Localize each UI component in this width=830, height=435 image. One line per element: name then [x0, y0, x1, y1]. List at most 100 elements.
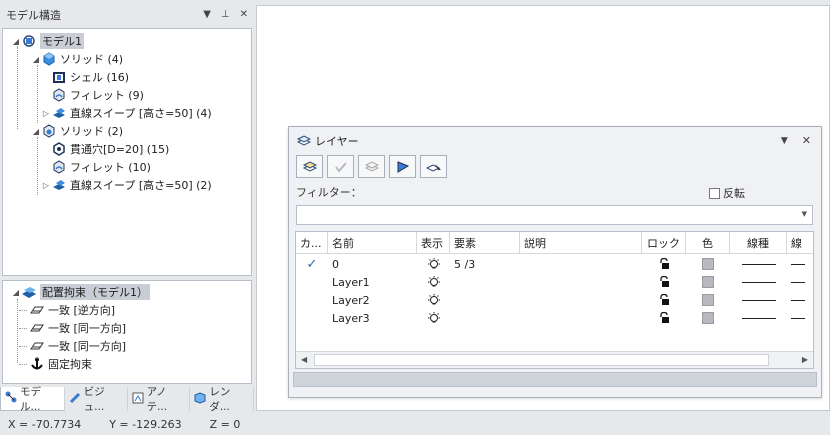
plane-icon [29, 321, 45, 335]
table-row[interactable]: Layer1 [296, 273, 813, 291]
collapse-icon[interactable]: ◢ [31, 55, 41, 64]
lightbulb-icon[interactable] [417, 273, 450, 291]
tree-item-fillet[interactable]: フィレット (9) [3, 86, 251, 104]
set-current-button[interactable] [327, 155, 354, 178]
layer-icon [296, 134, 312, 149]
layer-name[interactable]: Layer1 [328, 273, 417, 291]
column-lock[interactable]: ロック [642, 232, 686, 254]
unlock-icon[interactable] [642, 309, 686, 327]
layer-name[interactable]: 0 [328, 255, 417, 273]
tree-item-model1[interactable]: ◢ モデル1 [3, 32, 251, 50]
chevron-down-icon[interactable]: ▼ [802, 210, 807, 218]
filter-combobox[interactable]: ▼ [296, 205, 813, 225]
column-color[interactable]: 色 [686, 232, 730, 254]
tree-item-fixed[interactable]: 固定拘束 [3, 355, 251, 373]
color-swatch[interactable] [686, 255, 730, 273]
lineweight-sample[interactable] [787, 273, 813, 291]
close-icon[interactable]: ✕ [802, 134, 811, 147]
shell-icon [51, 70, 67, 84]
collapse-icon[interactable]: ◢ [11, 37, 21, 46]
tree-item-solid-2[interactable]: ◢ ソリッド (2) [3, 122, 251, 140]
layer-description[interactable] [520, 273, 642, 291]
delete-layer-button[interactable] [358, 155, 385, 178]
tree-item-fillet-2[interactable]: フィレット (10) [3, 158, 251, 176]
linetype-sample[interactable] [730, 291, 787, 309]
pin-icon[interactable]: ⊥ [221, 9, 230, 20]
solid-icon [41, 52, 57, 66]
scroll-left-icon[interactable]: ◀ [301, 355, 307, 364]
lineweight-sample[interactable] [787, 291, 813, 309]
tab-visual[interactable]: ビジュ... [65, 386, 128, 413]
tree-item-through-hole[interactable]: 貫通穴[D=20] (15) [3, 140, 251, 158]
close-icon[interactable]: ✕ [240, 9, 248, 20]
column-name[interactable]: 名前 [328, 232, 417, 254]
unlock-icon[interactable] [642, 255, 686, 273]
tree-item-coincident-1[interactable]: 一致 [逆方向] [3, 301, 251, 319]
panel-title: モデル構造 [6, 9, 61, 22]
color-swatch[interactable] [686, 273, 730, 291]
model-tab-icon [5, 391, 17, 406]
table-row[interactable]: Layer3 [296, 309, 813, 327]
layer-dialog-titlebar[interactable]: レイヤー ▼ ✕ [289, 127, 821, 155]
column-elements[interactable]: 要素 [450, 232, 520, 254]
lightbulb-icon[interactable] [417, 255, 450, 273]
layer-description[interactable] [520, 309, 642, 327]
sweep-icon [51, 106, 67, 120]
tree-item-solid[interactable]: ◢ ソリッド (4) [3, 50, 251, 68]
annotation-icon [132, 392, 144, 407]
unlock-icon[interactable] [642, 273, 686, 291]
tree-item-sweep[interactable]: ▷ 直線スイープ [高さ=50] (4) [3, 104, 251, 122]
column-current[interactable]: カ... [296, 232, 328, 254]
layer-name[interactable]: Layer3 [328, 309, 417, 327]
current-checkmark [296, 273, 328, 291]
column-lineweight[interactable]: 線 [787, 232, 813, 254]
layer-description[interactable] [520, 291, 642, 309]
scrollbar-thumb[interactable] [314, 354, 769, 366]
horizontal-scrollbar[interactable]: ◀ ▶ [296, 351, 813, 368]
collapse-icon[interactable]: ◢ [31, 127, 41, 136]
lightbulb-icon[interactable] [417, 309, 450, 327]
unlock-icon[interactable] [642, 291, 686, 309]
brush-icon [69, 392, 81, 407]
expand-icon[interactable]: ▷ [41, 181, 51, 190]
table-row[interactable]: Layer2 [296, 291, 813, 309]
lightbulb-icon[interactable] [417, 291, 450, 309]
tree-item-sweep-2[interactable]: ▷ 直線スイープ [高さ=50] (2) [3, 176, 251, 194]
color-swatch[interactable] [686, 309, 730, 327]
column-description[interactable]: 説明 [520, 232, 642, 254]
lineweight-sample[interactable] [787, 309, 813, 327]
table-body: ✓ 0 5 /3 Layer1 Layer2 Layer3 [296, 254, 813, 327]
tab-annotation[interactable]: アノテ... [128, 386, 191, 413]
column-linetype[interactable]: 線種 [730, 232, 787, 254]
tree-item-label: 一致 [同一方向] [48, 340, 127, 353]
column-visible[interactable]: 表示 [417, 232, 450, 254]
color-swatch[interactable] [686, 291, 730, 309]
tree-item-shell[interactable]: シェル (16) [3, 68, 251, 86]
layer-properties-button[interactable] [389, 155, 416, 178]
select-layer-button[interactable] [420, 155, 447, 178]
linetype-sample[interactable] [730, 273, 787, 291]
linetype-sample[interactable] [730, 255, 787, 273]
tab-model[interactable]: モデル... [0, 386, 65, 413]
lineweight-sample[interactable] [787, 255, 813, 273]
dropdown-icon[interactable]: ▼ [781, 136, 788, 147]
tree-item-placement[interactable]: ◢ 配置拘束（モデル1） [3, 283, 251, 301]
invert-checkbox[interactable]: 反転 [709, 185, 745, 201]
assembly-icon [21, 34, 37, 48]
layer-name[interactable]: Layer2 [328, 291, 417, 309]
tree-item-coincident-2[interactable]: 一致 [同一方向] [3, 319, 251, 337]
table-header: カ... 名前 表示 要素 説明 ロック 色 線種 線 [296, 232, 813, 254]
linetype-sample[interactable] [730, 309, 787, 327]
collapse-icon[interactable]: ◢ [11, 288, 21, 297]
tab-render[interactable]: レンダ... [190, 386, 254, 413]
new-layer-button[interactable] [296, 155, 323, 178]
expand-icon[interactable]: ▷ [41, 109, 51, 118]
layer-description[interactable] [520, 255, 642, 273]
plane-icon [29, 339, 45, 353]
checkbox-icon[interactable] [709, 187, 720, 199]
scroll-right-icon[interactable]: ▶ [802, 355, 808, 364]
dropdown-icon[interactable]: ▼ [203, 9, 211, 20]
solid-hole-icon [41, 124, 57, 138]
table-row[interactable]: ✓ 0 5 /3 [296, 255, 813, 273]
tree-item-coincident-3[interactable]: 一致 [同一方向] [3, 337, 251, 355]
